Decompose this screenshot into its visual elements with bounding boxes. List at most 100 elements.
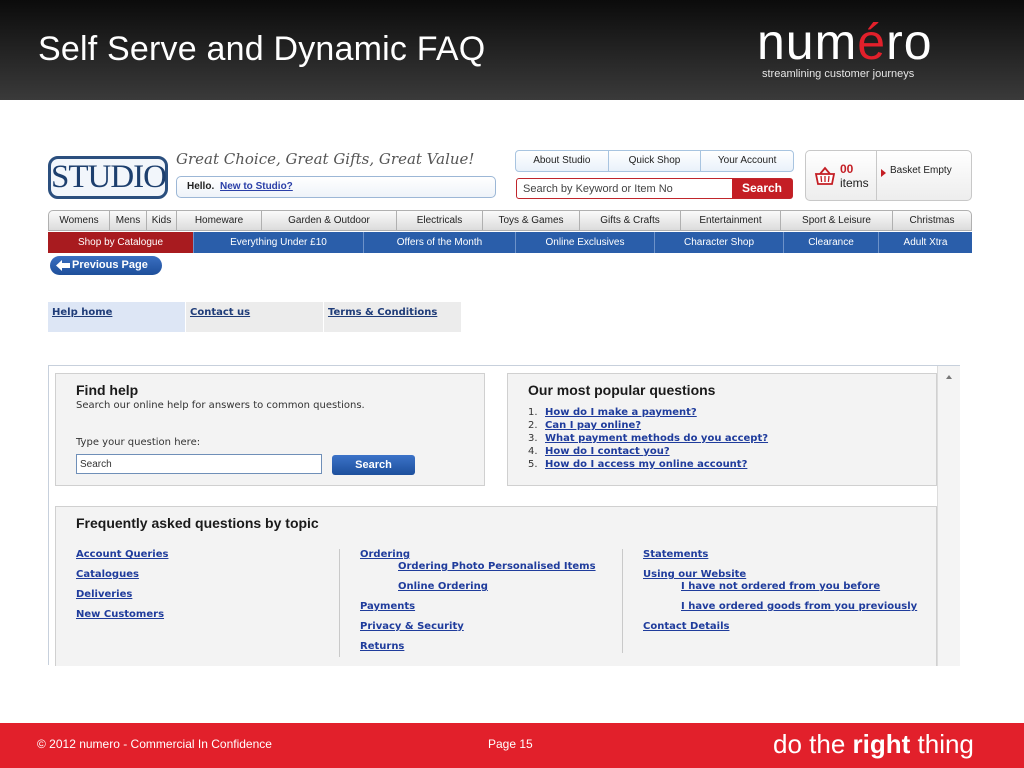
find-help-box: Find help Search our online help for ans…	[55, 373, 485, 486]
question-input[interactable]	[76, 454, 322, 474]
question-label: Type your question here:	[76, 437, 201, 448]
scrollbar[interactable]	[937, 366, 960, 666]
list-item: 3. What payment methods do you accept?	[528, 433, 769, 444]
hello-text: Hello.	[187, 181, 215, 192]
basket-divider	[876, 151, 877, 200]
tab-contact-us[interactable]: Contact us	[186, 302, 323, 332]
popular-question-link[interactable]: How do I access my online account?	[545, 459, 747, 470]
sub-nav-offers-of-the-month[interactable]: Offers of the Month	[364, 232, 516, 253]
faq-link-catalogues[interactable]: Catalogues	[76, 569, 338, 581]
basket-count: 00	[840, 162, 854, 176]
new-to-studio-link[interactable]: New to Studio?	[220, 181, 293, 192]
faq-link-payments[interactable]: Payments	[360, 601, 622, 613]
previous-page-label: Previous Page	[72, 259, 148, 271]
faq-link-contact-details[interactable]: Contact Details	[643, 621, 922, 633]
brand-tagline: streamlining customer journeys	[762, 68, 915, 80]
list-item: 4. How do I contact you?	[528, 446, 670, 457]
brand-name-part1: num	[757, 14, 858, 70]
basket-widget[interactable]: 00 items Basket Empty	[805, 150, 972, 201]
faq-link-new-customers[interactable]: New Customers	[76, 609, 338, 621]
hello-bar: Hello. New to Studio?	[176, 176, 496, 198]
find-help-title: Find help	[76, 382, 139, 398]
faq-column-3: Statements Using our Website I have not …	[622, 549, 922, 653]
nav-item-mens[interactable]: Mens	[110, 211, 147, 230]
slogan-part-bold: right	[852, 729, 911, 759]
faq-link-ordering-photo-personalised[interactable]: Ordering Photo Personalised Items	[360, 561, 622, 573]
tab-terms-conditions[interactable]: Terms & Conditions	[324, 302, 461, 332]
sub-nav-shop-by-catalogue[interactable]: Shop by Catalogue	[48, 232, 194, 253]
help-panel: Find help Search our online help for ans…	[48, 365, 960, 666]
previous-page-button[interactable]: Previous Page	[50, 256, 162, 275]
site-search-button[interactable]: Search	[732, 179, 792, 198]
brand-name-part2: ro	[886, 14, 933, 70]
faq-link-ordered-previously[interactable]: I have ordered goods from you previously	[643, 601, 922, 613]
nav-item-electricals[interactable]: Electricals	[397, 211, 483, 230]
nav-item-womens[interactable]: Womens	[49, 211, 110, 230]
sub-nav-everything-under-10[interactable]: Everything Under £10	[194, 232, 364, 253]
nav-item-toys-games[interactable]: Toys & Games	[483, 211, 580, 230]
faq-link-returns[interactable]: Returns	[360, 641, 622, 653]
slide-title: Self Serve and Dynamic FAQ	[38, 30, 486, 68]
sub-nav-online-exclusives[interactable]: Online Exclusives	[516, 232, 655, 253]
nav-item-gifts-crafts[interactable]: Gifts & Crafts	[580, 211, 681, 230]
slide-header: Self Serve and Dynamic FAQ numéro stream…	[0, 0, 1024, 100]
quick-shop-link[interactable]: Quick Shop	[609, 151, 702, 171]
sub-nav-character-shop[interactable]: Character Shop	[655, 232, 784, 253]
list-item: 2. Can I pay online?	[528, 420, 642, 431]
faq-link-ordering[interactable]: Ordering	[360, 549, 622, 561]
nav-item-sport-leisure[interactable]: Sport & Leisure	[781, 211, 893, 230]
popular-questions-title: Our most popular questions	[528, 382, 716, 398]
slogan-part-post: thing	[910, 729, 974, 759]
faq-link-deliveries[interactable]: Deliveries	[76, 589, 338, 601]
site-search-input[interactable]	[517, 179, 731, 198]
basket-arrow-icon	[881, 169, 886, 177]
faq-link-privacy-security[interactable]: Privacy & Security	[360, 621, 622, 633]
popular-question-link[interactable]: Can I pay online?	[545, 420, 641, 431]
basket-icon	[814, 166, 836, 185]
slide-footer: © 2012 numero - Commercial In Confidence…	[0, 723, 1024, 768]
faq-link-using-our-website[interactable]: Using our Website	[643, 569, 922, 581]
sub-nav: Shop by Catalogue Everything Under £10 O…	[48, 232, 972, 253]
your-account-link[interactable]: Your Account	[701, 151, 793, 171]
top-links: About Studio Quick Shop Your Account	[515, 150, 794, 172]
tab-help-home[interactable]: Help home	[48, 302, 185, 332]
brand-name-accent: é	[857, 14, 887, 70]
nav-item-christmas[interactable]: Christmas	[893, 211, 971, 230]
popular-questions-list: 1. How do I make a payment? 2. Can I pay o…	[528, 406, 916, 471]
faq-link-statements[interactable]: Statements	[643, 549, 922, 561]
faq-link-account-queries[interactable]: Account Queries	[76, 549, 338, 561]
numero-logo: numéro	[757, 14, 933, 70]
footer-page-number: Page 15	[488, 737, 533, 751]
find-help-search-button[interactable]: Search	[332, 455, 415, 475]
faq-link-not-ordered-before[interactable]: I have not ordered from you before	[643, 581, 922, 593]
footer-slogan: do the right thing	[773, 729, 974, 760]
faq-topics-box: Frequently asked questions by topic Acco…	[55, 506, 937, 666]
basket-items-label: items	[840, 176, 869, 190]
nav-item-garden-outdoor[interactable]: Garden & Outdoor	[262, 211, 397, 230]
basket-status: Basket Empty	[890, 165, 952, 176]
help-tabs: Help home Contact us Terms & Conditions	[48, 302, 462, 332]
popular-question-link[interactable]: What payment methods do you accept?	[545, 433, 768, 444]
sub-nav-adult-xtra[interactable]: Adult Xtra	[879, 232, 972, 253]
faq-column-1: Account Queries Catalogues Deliveries Ne…	[76, 549, 338, 621]
scroll-up-icon[interactable]	[946, 375, 952, 379]
studio-logo[interactable]: STUDIO	[48, 156, 168, 199]
popular-question-link[interactable]: How do I make a payment?	[545, 407, 697, 418]
studio-website-screenshot: STUDIO Great Choice, Great Gifts, Great …	[48, 140, 974, 666]
back-arrow-icon	[56, 260, 70, 271]
nav-item-entertainment[interactable]: Entertainment	[681, 211, 781, 230]
faq-link-online-ordering[interactable]: Online Ordering	[360, 581, 622, 593]
nav-item-homeware[interactable]: Homeware	[177, 211, 262, 230]
site-search: Search	[516, 178, 793, 199]
popular-question-link[interactable]: How do I contact you?	[545, 446, 670, 457]
presentation-slide: Self Serve and Dynamic FAQ numéro stream…	[0, 0, 1024, 768]
footer-copyright: © 2012 numero - Commercial In Confidence	[37, 737, 272, 751]
faq-topics-title: Frequently asked questions by topic	[76, 515, 319, 531]
slogan-part-pre: do the	[773, 729, 853, 759]
popular-questions-box: Our most popular questions 1. How do I ma…	[507, 373, 937, 486]
nav-item-kids[interactable]: Kids	[147, 211, 177, 230]
about-studio-link[interactable]: About Studio	[516, 151, 609, 171]
sub-nav-clearance[interactable]: Clearance	[784, 232, 879, 253]
site-tagline: Great Choice, Great Gifts, Great Value!	[176, 150, 475, 168]
list-item: 1. How do I make a payment?	[528, 407, 697, 418]
